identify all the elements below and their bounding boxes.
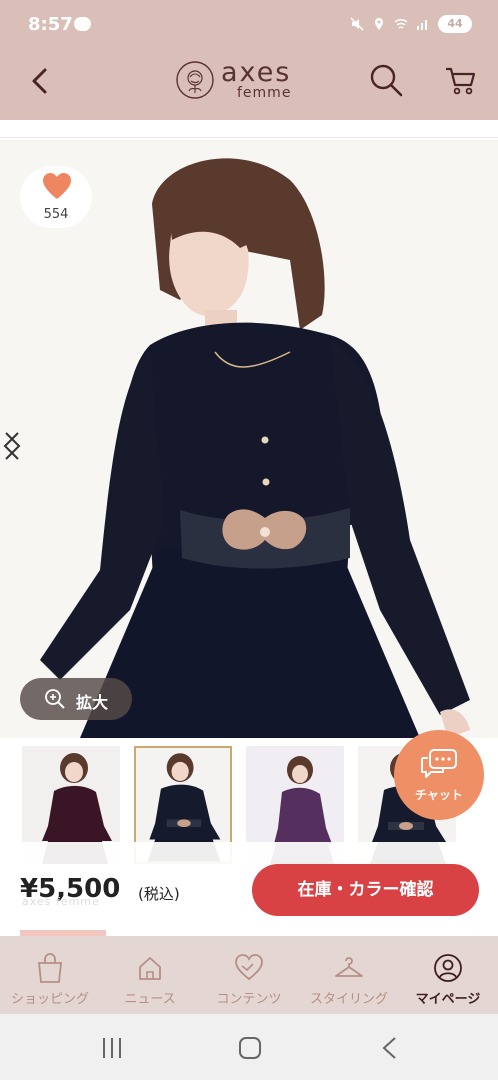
carousel-next-icon[interactable]	[0, 430, 24, 462]
search-icon[interactable]	[368, 62, 404, 98]
zoom-button[interactable]: 拡大	[20, 678, 132, 720]
nav-label: ショッピング	[10, 992, 89, 1007]
nav-shopping[interactable]: ショッピング	[0, 936, 100, 1014]
wifi-icon	[394, 18, 408, 29]
line-notification-icon	[74, 17, 91, 31]
zoom-label: 拡大	[76, 693, 109, 712]
app-header: axes femme	[0, 50, 498, 120]
brand-logo[interactable]: axes femme	[175, 57, 315, 102]
mute-icon	[350, 17, 364, 31]
status-time: 8:57	[28, 14, 73, 35]
favorite-button[interactable]: 554	[20, 166, 92, 228]
purchase-bar: ¥5,500 (税込) axes femme 在庫・カラー確認	[0, 842, 498, 936]
bottom-navigation: ショッピング ニュース コンテンツ スタイリング マイページ	[0, 936, 498, 1014]
brand-sub: femme	[237, 85, 292, 101]
nav-label: スタイリング	[309, 992, 388, 1007]
nav-styling[interactable]: スタイリング	[299, 936, 399, 1014]
heart-hands-icon	[235, 954, 263, 981]
battery-indicator: 44	[438, 15, 472, 33]
user-icon	[434, 954, 462, 982]
app-screen: 8:57 44 axes femme 554 拡大 チャット ¥5,500 (税…	[0, 0, 498, 1080]
nav-label: ニュース	[124, 992, 176, 1007]
favorite-count: 554	[43, 207, 69, 222]
header-divider	[0, 120, 498, 138]
recent-apps-icon[interactable]	[98, 1034, 126, 1062]
chat-bubble-icon	[421, 749, 457, 778]
rose-emblem-icon	[176, 61, 214, 99]
nav-mypage[interactable]: マイページ	[398, 936, 498, 1014]
product-photo	[0, 140, 498, 738]
status-icons: 44	[350, 15, 472, 33]
hanger-icon	[335, 957, 363, 977]
tax-note: (税込)	[138, 885, 180, 903]
nav-contents[interactable]: コンテンツ	[199, 936, 299, 1014]
product-image-carousel[interactable]: 554 拡大	[0, 140, 498, 738]
system-back-icon[interactable]	[376, 1034, 404, 1062]
zoom-in-icon	[45, 689, 65, 709]
cart-icon[interactable]	[444, 66, 476, 96]
home-icon	[139, 957, 161, 980]
nav-label: コンテンツ	[216, 992, 282, 1007]
home-button-icon[interactable]	[236, 1034, 264, 1062]
chat-label: チャット	[415, 788, 463, 802]
brand-name: axes	[221, 57, 292, 88]
back-arrow-icon[interactable]	[24, 64, 58, 98]
location-icon	[375, 18, 383, 30]
stock-color-check-button[interactable]: 在庫・カラー確認	[252, 864, 479, 916]
brand-watermark: axes femme	[22, 895, 100, 908]
heart-icon	[43, 173, 71, 199]
system-navigation-bar	[0, 1014, 498, 1080]
chat-button[interactable]: チャット	[394, 730, 484, 820]
nav-news[interactable]: ニュース	[100, 936, 200, 1014]
signal-icon	[417, 20, 427, 30]
nav-label: マイページ	[415, 992, 481, 1007]
shopping-bag-icon	[38, 953, 62, 983]
status-bar: 8:57 44	[0, 0, 498, 50]
